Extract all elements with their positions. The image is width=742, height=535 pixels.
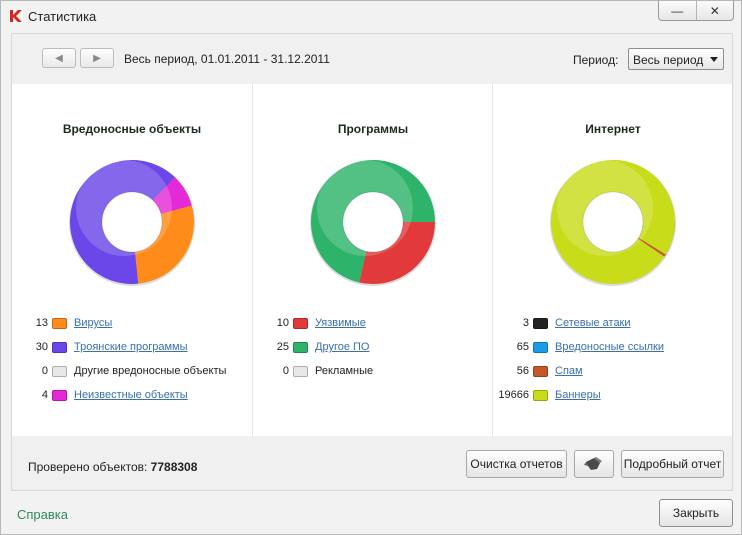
detailed-report-button[interactable]: Подробный отчет — [621, 450, 724, 478]
legend-swatch — [52, 318, 67, 329]
malware-section: Вредоносные объекты 13 Вирусы 30 Троянские … — [12, 84, 252, 436]
title-bar: Статистика — ✕ — [1, 1, 741, 31]
legend-link[interactable]: Неизвестные объекты — [74, 389, 188, 401]
internet-section: Интернет 3 Сетевые атаки 65 Вредоносные ссы… — [492, 84, 732, 436]
help-link[interactable]: Справка — [17, 507, 68, 522]
donut-hole — [582, 191, 644, 253]
programs-donut-chart — [310, 160, 436, 286]
legend-row: 65 Вредоносные ссылки — [493, 340, 733, 356]
period-range-text: Весь период, 01.01.2011 - 31.12.2011 — [124, 52, 330, 66]
donut-hole — [101, 191, 163, 253]
statistics-window: Статистика — ✕ ◀ ▶ Весь период, 01.01.20… — [0, 0, 742, 535]
section-title: Вредоносные объекты — [62, 122, 202, 136]
legend-swatch — [533, 342, 548, 353]
legend-count: 13 — [35, 317, 48, 329]
legend-link[interactable]: Баннеры — [555, 389, 601, 401]
internet-donut-chart — [550, 159, 676, 286]
legend-label: Рекламные — [315, 365, 374, 377]
statistics-panel: ◀ ▶ Весь период, 01.01.2011 - 31.12.2011… — [11, 33, 733, 491]
legend-swatch — [52, 366, 67, 377]
checked-objects-label: Проверено объектов: 7788308 — [28, 460, 197, 474]
legend-swatch — [533, 366, 548, 377]
malware-donut-chart — [69, 159, 195, 286]
legend-link[interactable]: Вредоносные ссылки — [555, 341, 664, 353]
window-title: Статистика — [28, 9, 97, 24]
legend-row: 10 Уязвимые — [253, 316, 493, 332]
legend-swatch — [533, 318, 548, 329]
megaphone-icon — [584, 457, 602, 470]
legend-link[interactable]: Уязвимые — [315, 317, 366, 329]
legend-label: Другие вредоносные объекты — [74, 365, 227, 377]
legend-row: 56 Спам — [493, 364, 733, 380]
previous-period-button[interactable]: ◀ — [42, 48, 76, 68]
checked-objects-text: Проверено объектов: — [28, 460, 148, 474]
legend-swatch — [52, 390, 67, 401]
legend-swatch — [52, 342, 67, 353]
legend-link[interactable]: Спам — [555, 365, 583, 377]
legend-swatch — [533, 390, 548, 401]
chevron-down-icon — [710, 57, 718, 62]
legend-count: 4 — [41, 389, 48, 401]
report-footer: Проверено объектов: 7788308 Очистка отче… — [12, 436, 732, 490]
legend-count: 25 — [276, 341, 289, 353]
legend-row: 3 Сетевые атаки — [493, 316, 733, 332]
legend-row: 4 Неизвестные объекты — [12, 388, 252, 404]
legend-count: 56 — [516, 365, 529, 377]
legend-link[interactable]: Вирусы — [74, 317, 112, 329]
statistics-columns: Вредоносные объекты 13 Вирусы 30 Троянские … — [12, 84, 732, 436]
legend-count: 30 — [35, 341, 48, 353]
kaspersky-logo-icon — [9, 9, 23, 23]
legend-row: 13 Вирусы — [12, 316, 252, 332]
legend-count: 19666 — [498, 389, 529, 401]
legend-row: 30 Троянские программы — [12, 340, 252, 356]
close-button[interactable]: Закрыть — [659, 499, 733, 527]
period-select[interactable]: Весь период — [628, 48, 724, 70]
legend-link[interactable]: Троянские программы — [74, 341, 187, 353]
legend-link[interactable]: Другое ПО — [315, 341, 369, 353]
period-toolbar: ◀ ▶ Весь период, 01.01.2011 - 31.12.2011… — [12, 34, 732, 84]
legend-swatch — [293, 342, 308, 353]
legend-swatch — [293, 318, 308, 329]
checked-objects-value: 7788308 — [150, 460, 198, 474]
section-title: Интернет — [585, 122, 641, 136]
legend-row: 25 Другое ПО — [253, 340, 493, 356]
legend-row: 19666 Баннеры — [493, 388, 733, 404]
legend-row: 0 Рекламные — [253, 364, 493, 380]
legend-count: 3 — [522, 317, 529, 329]
legend-count: 0 — [282, 365, 289, 377]
legend-count: 0 — [41, 365, 48, 377]
programs-section: Программы 10 Уязвимые 25 Другое ПО 0 Рекламны… — [252, 84, 492, 436]
window-controls: — ✕ — [658, 1, 734, 21]
next-period-button[interactable]: ▶ — [80, 48, 114, 68]
clear-reports-button[interactable]: Очистка отчетов — [466, 450, 567, 478]
period-label: Период: — [573, 53, 619, 67]
section-title: Программы — [337, 122, 409, 136]
notification-settings-button[interactable] — [574, 450, 614, 478]
close-button-label: Закрыть — [672, 506, 720, 520]
close-window-button[interactable]: ✕ — [695, 1, 734, 20]
legend-link[interactable]: Сетевые атаки — [555, 317, 631, 329]
minimize-button[interactable]: — — [659, 1, 696, 20]
legend-swatch — [293, 366, 308, 377]
donut-hole — [342, 191, 404, 253]
legend-count: 65 — [516, 341, 529, 353]
legend-row: 0 Другие вредоносные объекты — [12, 364, 252, 380]
legend-count: 10 — [276, 317, 289, 329]
period-select-value: Весь период — [633, 53, 704, 67]
